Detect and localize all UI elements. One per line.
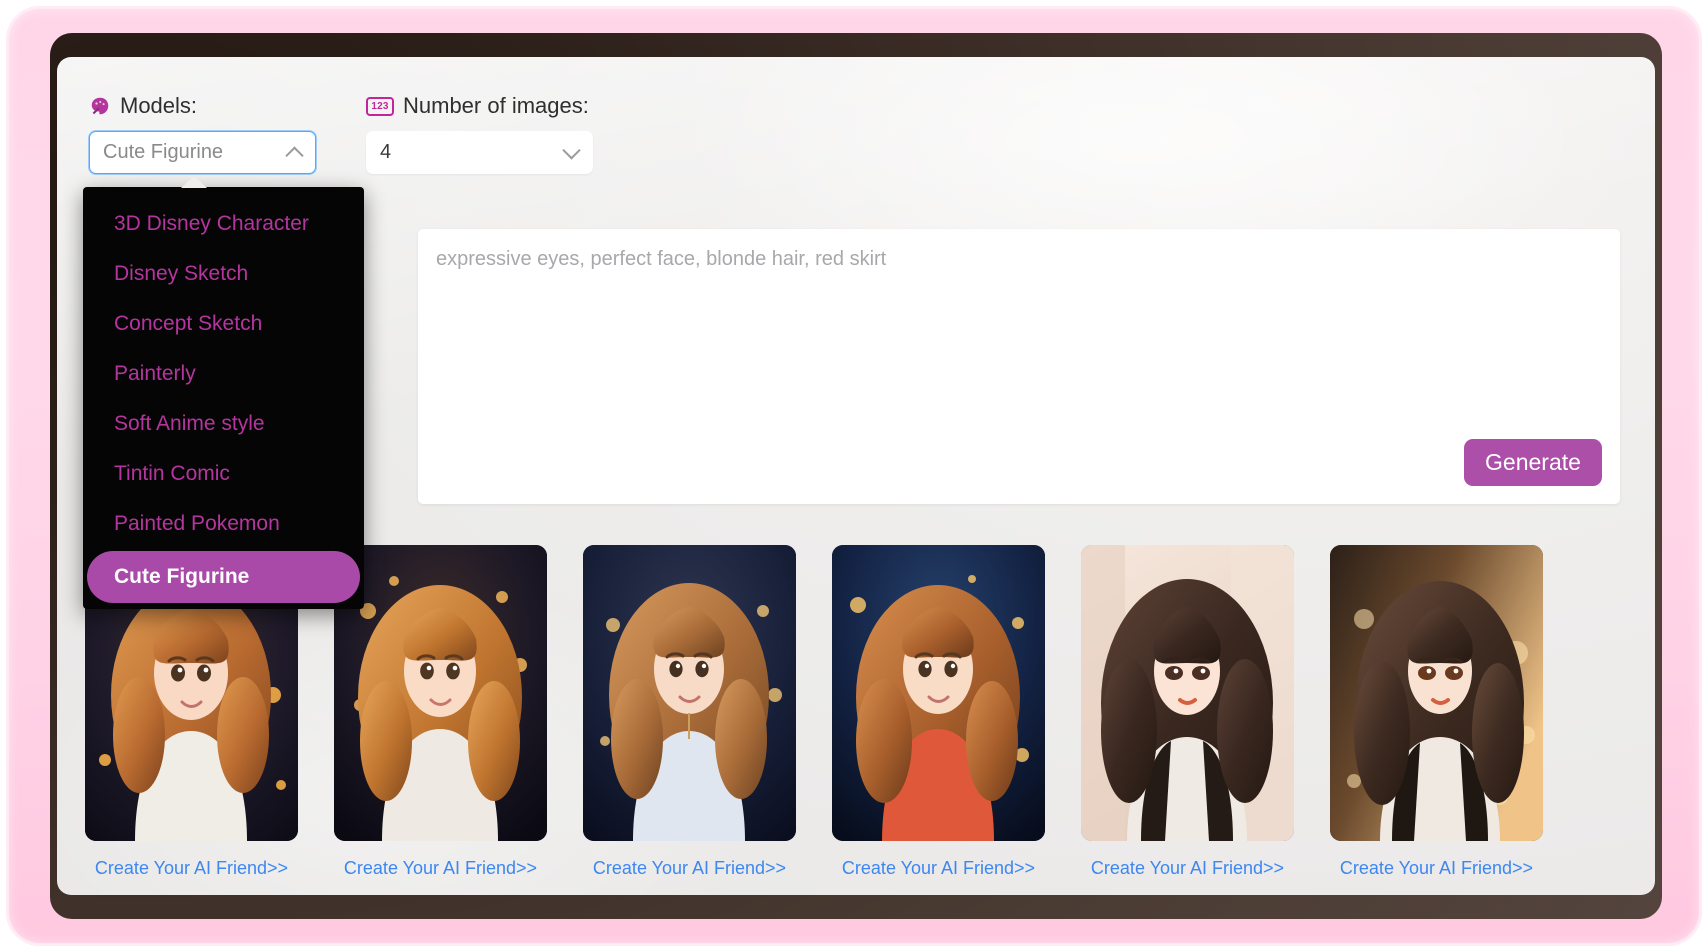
chevron-up-icon [285,145,304,165]
models-label: Models: [120,93,198,118]
palette-icon [91,97,109,115]
create-ai-friend-link[interactable]: Create Your AI Friend>> [334,858,547,879]
result-item: Create Your AI Friend>> [832,545,1045,879]
123-icon: 123 [366,96,394,116]
result-thumbnail[interactable] [583,545,796,841]
dropdown-option-concept-sketch[interactable]: Concept Sketch [83,299,364,349]
dropdown-option-disney-sketch[interactable]: Disney Sketch [83,249,364,299]
result-thumbnail[interactable] [1330,545,1543,841]
dropdown-option-soft-anime-style[interactable]: Soft Anime style [83,399,364,449]
dropdown-option-3d-disney-character[interactable]: 3D Disney Character [83,199,364,249]
result-thumbnail[interactable] [334,545,547,841]
result-thumbnail[interactable] [1081,545,1294,841]
number-of-images-select[interactable]: 4 [366,131,593,174]
number-of-images-label: Number of images: [403,93,589,118]
create-ai-friend-link[interactable]: Create Your AI Friend>> [85,858,298,879]
dropdown-option-cute-figurine[interactable]: Cute Figurine [87,551,360,603]
dropdown-option-painterly[interactable]: Painterly [83,349,364,399]
result-thumbnail[interactable] [832,545,1045,841]
models-select-value: Cute Figurine [103,141,224,163]
prompt-area[interactable]: expressive eyes, perfect face, blonde ha… [418,229,1620,504]
dropdown-option-tintin-comic[interactable]: Tintin Comic [83,449,364,499]
number-of-images-control-group: 123 Number of images: 4 [366,93,593,174]
result-item: Create Your AI Friend>> [1330,545,1543,879]
result-item: Create Your AI Friend>> [583,545,796,879]
create-ai-friend-link[interactable]: Create Your AI Friend>> [1081,858,1294,879]
number-label-row: 123 Number of images: [366,93,593,119]
models-dropdown-menu[interactable]: 3D Disney Character Disney Sketch Concep… [83,176,364,609]
number-of-images-value: 4 [380,141,392,163]
create-ai-friend-link[interactable]: Create Your AI Friend>> [1330,858,1543,879]
models-control-group: Models: Cute Figurine [89,93,316,174]
prompt-input[interactable]: expressive eyes, perfect face, blonde ha… [436,245,1602,273]
app-card: Models: Cute Figurine 123 Number of imag… [57,57,1655,895]
models-select[interactable]: Cute Figurine [89,131,316,174]
models-label-row: Models: [89,93,316,119]
result-item: Create Your AI Friend>> [334,545,547,879]
chevron-down-icon [562,140,581,160]
result-item: Create Your AI Friend>> [1081,545,1294,879]
dropdown-caret-icon [181,176,207,188]
create-ai-friend-link[interactable]: Create Your AI Friend>> [832,858,1045,879]
create-ai-friend-link[interactable]: Create Your AI Friend>> [583,858,796,879]
generate-button[interactable]: Generate [1464,439,1602,486]
dropdown-option-painted-pokemon[interactable]: Painted Pokemon [83,499,364,549]
controls-row: Models: Cute Figurine 123 Number of imag… [89,93,593,174]
